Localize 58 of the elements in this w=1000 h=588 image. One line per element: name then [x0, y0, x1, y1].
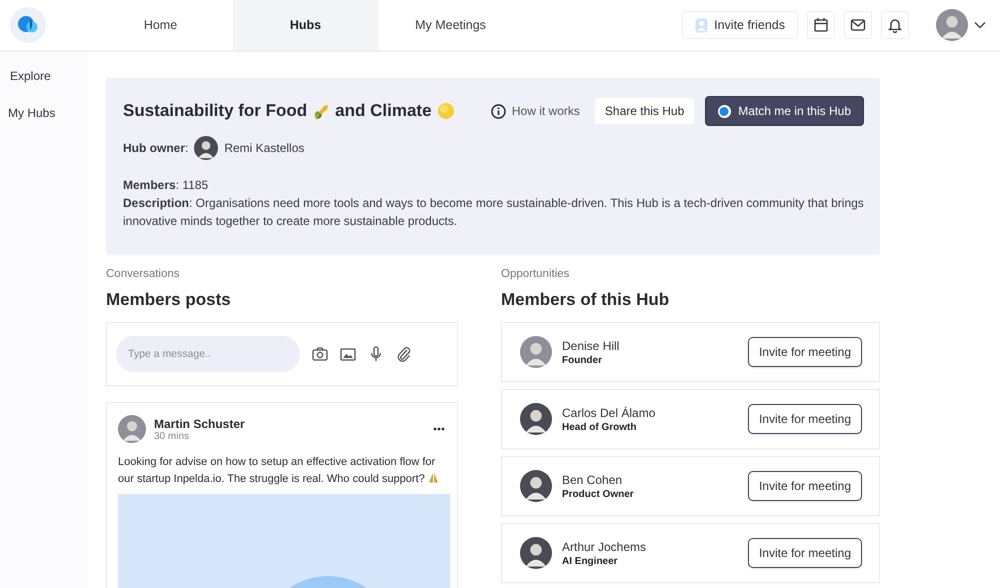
hub-description: Description: Organisations need more tools and ways to become more sustainable-driven. This Hub is a tech-driven community that brings innovative minds together to create more sustainable products.	[123, 195, 864, 230]
sidebar-item[interactable]: Explore	[0, 60, 88, 97]
calendar-icon	[813, 17, 829, 33]
bell-icon	[887, 17, 903, 33]
section-heading: Members of this Hub	[501, 290, 670, 310]
sidebar-item[interactable]: My Hubs	[0, 97, 88, 134]
avatar	[520, 403, 552, 435]
nav-tab[interactable]: My Meetings	[378, 0, 523, 50]
member-role: AI Engineer	[562, 556, 619, 566]
camera-icon[interactable]	[312, 346, 328, 362]
mail-icon	[850, 17, 866, 33]
member-role: Product Owner	[562, 488, 634, 500]
avatar	[118, 415, 146, 443]
how-it-works-link[interactable]: How it works	[486, 104, 584, 118]
avatar	[520, 470, 552, 502]
notifications-button[interactable]	[881, 11, 909, 39]
nav-tab[interactable]: Hubs	[233, 0, 378, 50]
hub-title: Sustainability for Food and Climate	[123, 101, 455, 121]
members-count: Members: 1185	[123, 177, 210, 194]
post-author: Martin Schuster	[154, 416, 245, 430]
chevron-down-icon	[974, 21, 986, 29]
info-icon	[490, 104, 506, 118]
avatar	[194, 136, 218, 160]
member-name: Denise Hill	[562, 338, 620, 352]
post-text: Looking for advise on how to setup an effective activation flow for our startup Inpelda.io. The struggle is real. Who could support?	[118, 454, 449, 488]
avatar	[520, 537, 552, 569]
invite-for-meeting-button[interactable]: Invite for meeting	[748, 538, 862, 568]
avatar	[936, 9, 968, 41]
share-hub-button[interactable]: Share this Hub	[594, 97, 696, 125]
hub-owner-label: Hub owner:	[123, 141, 188, 155]
logo-icon	[10, 7, 46, 43]
member-role: Head of Growth	[562, 422, 638, 432]
member-name: Arthur Jochems	[562, 540, 646, 554]
invite-friends-button[interactable]: Invite friends	[682, 11, 798, 39]
member-name: Carlos Del Álamo	[562, 406, 656, 420]
microphone-icon[interactable]	[368, 346, 384, 362]
more-icon	[433, 427, 445, 431]
calendar-button[interactable]	[807, 11, 835, 39]
member-name: Ben Cohen	[562, 472, 624, 486]
message-field[interactable]: Type a message..	[116, 336, 300, 372]
person-icon	[695, 18, 708, 32]
invite-for-meeting-button[interactable]: Invite for meeting	[748, 337, 862, 367]
image-icon[interactable]	[340, 346, 356, 362]
sun-icon	[436, 102, 455, 120]
member-role: Founder	[562, 354, 603, 366]
section-label: Opportunities	[501, 268, 570, 280]
invite-for-meeting-button[interactable]: Invite for meeting	[748, 471, 862, 501]
post-time: 30 mins	[154, 430, 190, 442]
section-heading: Members posts	[106, 290, 232, 310]
match-me-button[interactable]: Match me in this Hub	[705, 96, 864, 126]
invite-for-meeting-button[interactable]: Invite for meeting	[748, 404, 862, 434]
messages-button[interactable]	[844, 11, 872, 39]
paperclip-icon[interactable]	[396, 346, 412, 362]
hub-owner-name: Remi Kastellos	[224, 141, 304, 155]
logo-icon	[718, 104, 732, 118]
avatar	[520, 336, 552, 368]
section-label: Conversations	[106, 268, 181, 280]
nav-tab[interactable]: Home	[88, 0, 233, 50]
